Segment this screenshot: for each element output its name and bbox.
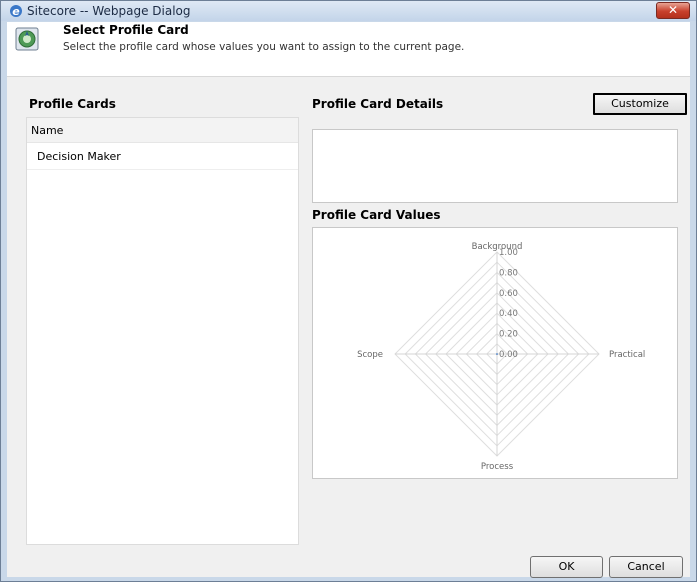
customize-button[interactable]: Customize [593, 93, 687, 115]
radar-tick-label: 0.60 [499, 289, 518, 299]
radar-tick-label: 0.80 [499, 268, 518, 278]
radar-axis-label: Practical [609, 350, 645, 360]
dialog-client: Select Profile Card Select the profile c… [7, 22, 690, 578]
ok-button[interactable]: OK [530, 556, 603, 578]
profile-card-values-box: Background Practical Process Scope 0.00 0.20 0… [312, 227, 678, 479]
radar-tick-label: 0.20 [499, 330, 518, 340]
title-bar[interactable]: e Sitecore -- Webpage Dialog ✕ [1, 1, 696, 21]
svg-text:e: e [12, 5, 20, 18]
profile-cards-heading: Profile Cards [29, 97, 116, 111]
radar-chart: BackgroundPracticalProcessScope 0.000.200… [357, 242, 645, 472]
column-header-name[interactable]: Name [27, 118, 298, 143]
radar-data-point [496, 353, 498, 355]
profile-cards-list[interactable]: Name Decision Maker [26, 117, 299, 545]
close-button[interactable]: ✕ [656, 2, 690, 19]
radar-tick-label: 0.00 [499, 350, 518, 360]
profile-card-details-heading: Profile Card Details [312, 97, 444, 111]
internet-explorer-icon: e [10, 5, 22, 18]
radar-axis-label: Process [481, 462, 514, 472]
radar-tick-label: 1.00 [499, 248, 518, 258]
list-item[interactable]: Decision Maker [27, 144, 298, 170]
cancel-button[interactable]: Cancel [609, 556, 683, 578]
profile-card-icon [15, 27, 39, 51]
profile-card-details-box [312, 129, 678, 203]
dialog-title: Select Profile Card [63, 23, 189, 37]
dialog-window: e Sitecore -- Webpage Dialog ✕ Select Pr… [0, 0, 697, 582]
dialog-header: Select Profile Card Select the profile c… [7, 22, 690, 77]
radar-axis-label: Scope [357, 350, 383, 360]
dialog-subtitle: Select the profile card whose values you… [63, 41, 465, 53]
profile-card-values-heading: Profile Card Values [312, 208, 441, 222]
radar-tick-label: 0.40 [499, 309, 518, 319]
window-title: Sitecore -- Webpage Dialog [27, 4, 191, 18]
